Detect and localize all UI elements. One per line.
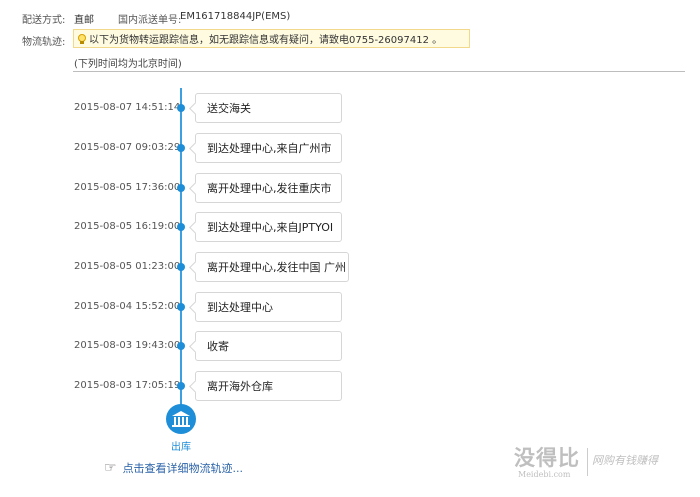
timeline-line [180, 88, 182, 410]
timeline-dot [177, 382, 185, 390]
tracking-number-value: EM161718844JP(EMS) [180, 11, 291, 22]
divider [73, 71, 685, 72]
timeline-dot [177, 184, 185, 192]
timeline-event: 离开海外仓库 [195, 371, 342, 401]
timeline-dot [177, 104, 185, 112]
lightbulb-icon [78, 33, 86, 44]
timeline-dot [177, 223, 185, 231]
timeline-time: 2015-08-05 17:36:00 [74, 182, 181, 193]
timeline-time: 2015-08-07 14:51:14 [74, 102, 181, 113]
timeline-time: 2015-08-05 01:23:00 [74, 261, 181, 272]
shipping-method-label: 配送方式: [22, 15, 66, 26]
shipping-method-value: 直邮 [74, 15, 94, 26]
timeline-time: 2015-08-07 09:03:29 [74, 142, 181, 153]
logistics-notice: 以下为货物转运跟踪信息，如无跟踪信息或有疑问，请致电0755-26097412 … [73, 29, 470, 48]
view-detail-text: 点击查看详细物流轨迹... [122, 462, 244, 475]
timeline-event: 到达处理中心,来自JPTYOI [195, 212, 342, 242]
timeline-dot [177, 342, 185, 350]
timeline-event: 离开处理中心,发往中国 广州 [195, 252, 349, 282]
timeline-time: 2015-08-03 19:43:00 [74, 340, 181, 351]
logistics-label: 物流轨迹: [22, 37, 66, 48]
timeline-time: 2015-08-05 16:19:00 [74, 221, 181, 232]
watermark: 没得比 Meidebi.com 网购有钱赚得 [514, 442, 694, 486]
timeline-event: 离开处理中心,发往重庆市 [195, 173, 342, 203]
timezone-note: (下列时间均为北京时间) [74, 59, 182, 70]
watermark-domain: Meidebi.com [518, 470, 571, 479]
end-node-label: 出库 [171, 442, 191, 453]
timeline-dot [177, 303, 185, 311]
timeline-event: 送交海关 [195, 93, 342, 123]
watermark-slogan: 网购有钱赚得 [592, 454, 658, 467]
timeline-event: 收寄 [195, 331, 342, 361]
view-detail-link[interactable]: ☞ 点击查看详细物流轨迹... [104, 460, 243, 476]
timeline-event: 到达处理中心 [195, 292, 342, 322]
timeline-time: 2015-08-04 15:52:00 [74, 301, 181, 312]
timeline-event: 到达处理中心,来自广州市 [195, 133, 342, 163]
pointing-hand-icon: ☞ [104, 460, 117, 476]
timeline-dot [177, 263, 185, 271]
timeline-dot [177, 144, 185, 152]
watermark-divider [587, 448, 588, 476]
watermark-logo: 没得比 [514, 445, 580, 470]
timeline-time: 2015-08-03 17:05:19 [74, 380, 181, 391]
warehouse-icon [166, 404, 196, 434]
notice-text: 以下为货物转运跟踪信息，如无跟踪信息或有疑问，请致电0755-26097412 … [89, 35, 443, 46]
tracking-number-label: 国内派送单号: [118, 15, 182, 26]
